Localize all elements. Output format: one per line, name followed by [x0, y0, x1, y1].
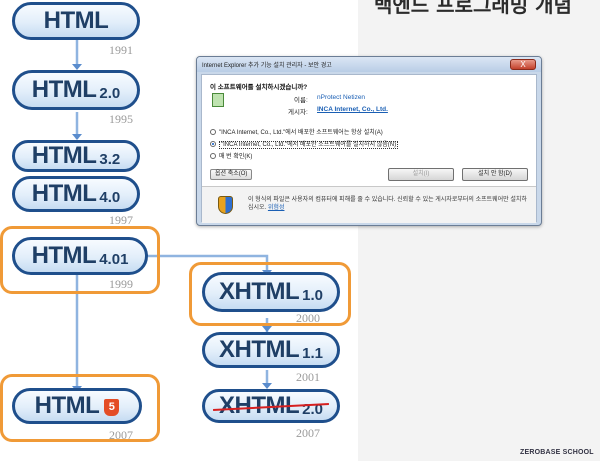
warning-text: 이 형식의 파일은 사용자의 컴퓨터에 피해를 줄 수 있습니다. 신뢰할 수 …: [248, 196, 528, 212]
radio-always-install[interactable]: "INCA Internet, Co., Ltd."에서 배포한 소프트웨어는 …: [210, 127, 383, 136]
node-xhtml20: XHTML 2.0: [202, 389, 340, 423]
node-label: HTML: [43, 7, 109, 34]
node-version: 3.2: [99, 150, 121, 168]
shield-icon: [218, 196, 233, 214]
node-label: HTML: [31, 180, 97, 207]
year-label: 2001: [296, 370, 320, 384]
node-label: HTML: [31, 242, 97, 269]
options-collapse-button[interactable]: 옵션 축소(O): [210, 169, 253, 180]
radio-button-selected[interactable]: [210, 141, 216, 147]
year-label: 2007: [296, 426, 320, 440]
year-label: 1991: [109, 43, 133, 57]
dialog-footer: 이 형식의 파일은 사용자의 컴퓨터에 피해를 줄 수 있습니다. 신뢰할 수 …: [202, 187, 536, 223]
year-label: 1999: [109, 277, 133, 291]
node-version: 1.0: [302, 286, 323, 304]
node-label: XHTML: [218, 336, 300, 363]
install-button[interactable]: 설치(I): [388, 168, 454, 181]
year-label: 2000: [296, 311, 320, 325]
name-value-link[interactable]: nProtect Netizen: [317, 94, 365, 101]
radio-ask-every-time[interactable]: 매 번 확인(K): [210, 151, 252, 160]
radio-button[interactable]: [210, 129, 216, 135]
node-html401: HTML 4.01: [12, 237, 148, 275]
warning-message: 이 형식의 파일은 사용자의 컴퓨터에 피해를 줄 수 있습니다. 신뢰할 수 …: [248, 197, 527, 211]
node-version: 4.01: [99, 250, 129, 268]
node-version: 2.0: [99, 84, 121, 102]
dialog-body: 이 소프트웨어를 설치하시겠습니까? 이름: nProtect Netizen …: [201, 74, 537, 223]
html5-badge-icon: 5: [104, 398, 120, 416]
dialog-title: Internet Explorer 추가 기능 설치 관리자 - 보안 경고: [202, 63, 332, 69]
publisher-value-link[interactable]: INCA Internet, Co., Ltd.: [317, 106, 388, 113]
year-label: 1995: [109, 112, 133, 126]
radio-button[interactable]: [210, 153, 216, 159]
node-html: HTML: [12, 2, 140, 40]
year-label: 1997: [109, 213, 133, 227]
radio-label: "INCA Internet, Co., Ltd."에서 배포한 소프트웨어는 …: [219, 130, 383, 136]
node-label: HTML: [31, 142, 97, 169]
node-xhtml11: XHTML 1.1: [202, 332, 340, 368]
node-html40: HTML 4.0: [12, 176, 140, 212]
radio-label: "INCA Internet, Co., Ltd."에서 배포한 소프트웨어를 …: [219, 141, 399, 149]
close-button[interactable]: X: [510, 59, 536, 70]
node-html32: HTML 3.2: [12, 140, 140, 172]
publisher-label: 게시자:: [288, 109, 308, 116]
ie-security-dialog: Internet Explorer 추가 기능 설치 관리자 - 보안 경고 X…: [196, 56, 542, 226]
node-label: HTML: [34, 392, 100, 419]
name-label: 이름:: [294, 97, 308, 104]
radio-label: 매 번 확인(K): [219, 154, 253, 160]
node-version: 1.1: [302, 344, 323, 362]
risk-link[interactable]: 위험성: [268, 205, 285, 211]
node-xhtml10: XHTML 1.0: [202, 272, 340, 312]
node-html20: HTML 2.0: [12, 70, 140, 110]
software-package-icon: [212, 93, 224, 107]
node-label: HTML: [31, 76, 97, 103]
radio-never-install[interactable]: "INCA Internet, Co., Ltd."에서 배포한 소프트웨어를 …: [210, 139, 399, 149]
node-label: XHTML: [218, 278, 300, 305]
node-version: 4.0: [99, 188, 121, 206]
node-html5: HTML 5: [12, 388, 142, 424]
dont-install-button[interactable]: 설치 안 함(D): [462, 168, 528, 181]
year-label: 2007: [109, 428, 133, 442]
dialog-question: 이 소프트웨어를 설치하시겠습니까?: [210, 84, 308, 91]
dialog-titlebar: Internet Explorer 추가 기능 설치 관리자 - 보안 경고 X: [197, 57, 541, 72]
